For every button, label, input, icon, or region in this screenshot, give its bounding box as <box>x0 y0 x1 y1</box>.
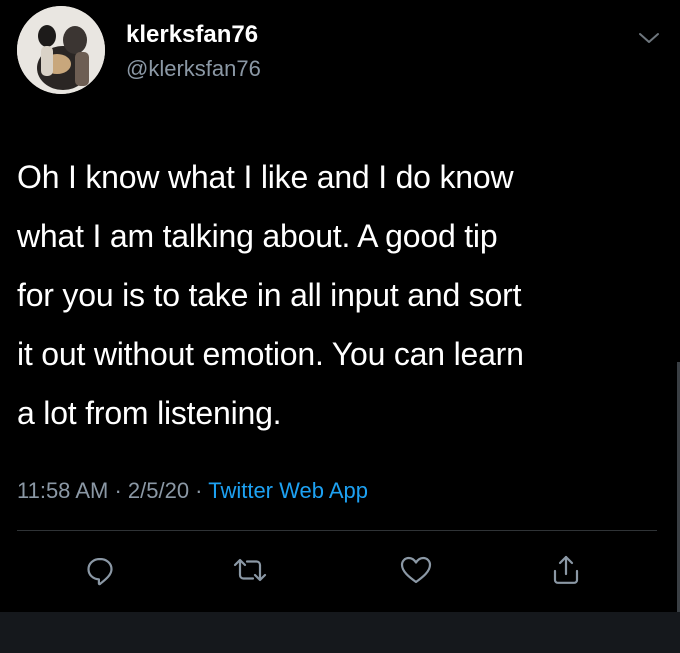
tweet-text-line: a lot from listening. <box>17 395 282 431</box>
meta-separator: · <box>189 478 209 503</box>
retweet-icon <box>233 558 267 582</box>
share-icon <box>553 555 579 584</box>
tweet-text-line: what I am talking about. A good tip <box>17 218 498 254</box>
tweet-text-line: Oh I know what I like and I do know <box>17 159 514 195</box>
bottom-bar <box>0 612 680 653</box>
like-icon <box>400 556 432 584</box>
retweet-button[interactable] <box>230 548 270 592</box>
like-button[interactable] <box>396 548 436 592</box>
tweet-meta: 11:58 AM · 2/5/20 · Twitter Web App <box>17 478 368 504</box>
more-options-button[interactable] <box>636 28 662 48</box>
tweet-text: Oh I know what I like and I do know what… <box>17 148 657 443</box>
divider <box>17 530 657 531</box>
user-handle[interactable]: @klerksfan76 <box>126 56 261 82</box>
tweet-date[interactable]: 2/5/20 <box>128 478 189 503</box>
chevron-down-icon <box>639 33 659 43</box>
reply-icon <box>87 557 113 586</box>
action-bar <box>0 548 680 598</box>
tweet-time[interactable]: 11:58 AM <box>17 478 108 503</box>
share-button[interactable] <box>546 548 586 592</box>
tweet-text-line: it out without emotion. You can learn <box>17 336 524 372</box>
tweet-source-link[interactable]: Twitter Web App <box>208 478 368 503</box>
display-name[interactable]: klerksfan76 <box>126 21 258 49</box>
tweet-text-line: for you is to take in all input and sort <box>17 277 522 313</box>
avatar[interactable] <box>17 6 105 94</box>
tweet-card: klerksfan76 @klerksfan76 Oh I know what … <box>0 0 680 612</box>
profile-photo-icon <box>17 6 105 94</box>
reply-button[interactable] <box>80 548 120 592</box>
meta-separator: · <box>108 478 128 503</box>
